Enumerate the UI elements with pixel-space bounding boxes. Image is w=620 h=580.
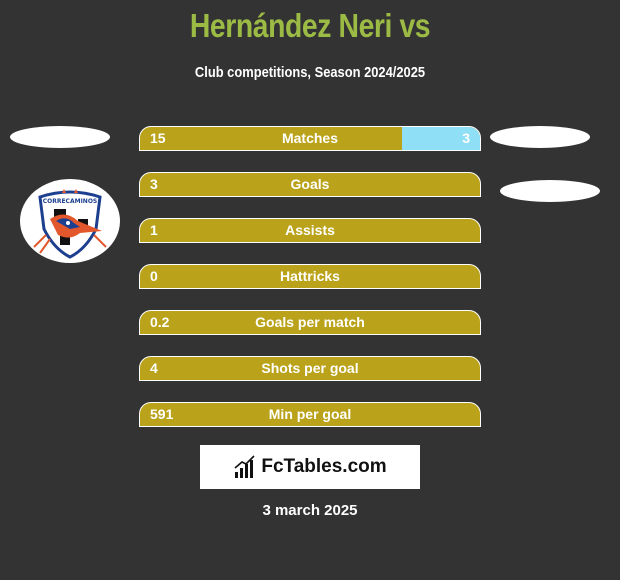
stat-row-min-per-goal: 591 Min per goal xyxy=(139,402,481,427)
left-player-placeholder xyxy=(10,126,110,148)
stat-row-hattricks: 0 Hattricks xyxy=(139,264,481,289)
right-player-placeholder xyxy=(490,126,590,148)
svg-text:CORRECAMINOS: CORRECAMINOS xyxy=(43,198,98,205)
stat-label: Goals per match xyxy=(255,314,365,330)
stat-row-goals-per-match: 0.2 Goals per match xyxy=(139,310,481,335)
page-title: Hernández Neri vs xyxy=(189,7,431,44)
stat-row-goals: 3 Goals xyxy=(139,172,481,197)
right-value: 3 xyxy=(462,130,470,146)
stat-label: Assists xyxy=(285,222,335,238)
stat-row-matches: 15 Matches 3 xyxy=(139,126,481,151)
bar-chart-icon xyxy=(234,455,255,478)
date-label: 3 march 2025 xyxy=(262,502,358,519)
stat-label: Hattricks xyxy=(280,268,340,284)
stat-row-assists: 1 Assists xyxy=(139,218,481,243)
stat-label: Goals xyxy=(290,176,330,192)
fctables-brand[interactable]: FcTables.com xyxy=(200,445,420,489)
right-team-placeholder xyxy=(500,180,600,202)
club-crest-icon: CORRECAMINOS xyxy=(20,179,120,263)
page-subtitle: Club competitions, Season 2024/2025 xyxy=(194,64,426,81)
brand-text: FcTables.com xyxy=(261,456,387,477)
stat-row-shots-per-goal: 4 Shots per goal xyxy=(139,356,481,381)
stat-label: Shots per goal xyxy=(261,360,359,376)
stat-label: Min per goal xyxy=(268,406,352,422)
stat-label: Matches xyxy=(281,130,339,146)
